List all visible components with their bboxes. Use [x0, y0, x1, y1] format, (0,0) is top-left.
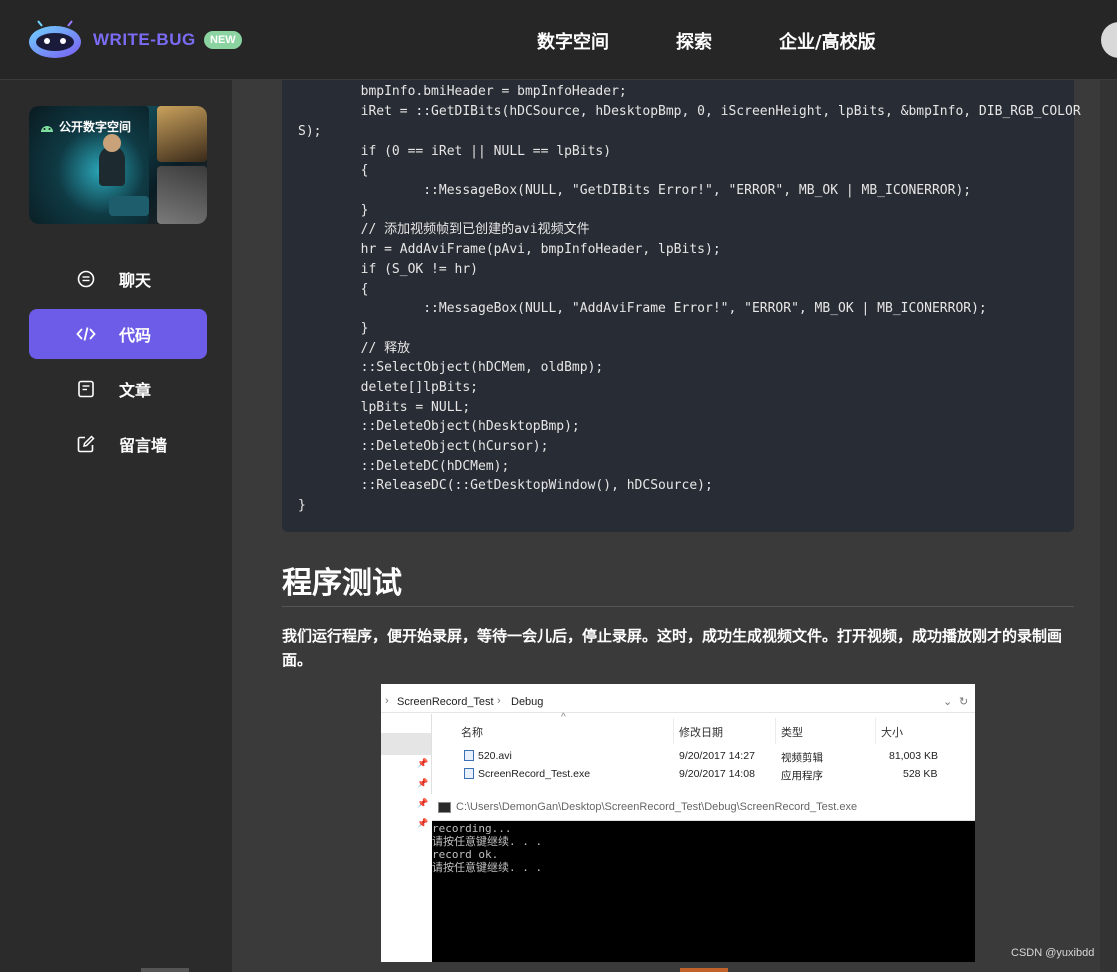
file-type: 应用程序	[781, 770, 823, 782]
code-line: {	[298, 282, 369, 297]
console-output: recording... 请按任意键继续. . . record ok. 请按任…	[432, 822, 543, 874]
code-line: ::DeleteObject(hDesktopBmp);	[298, 419, 580, 434]
article-screenshot: › ScreenRecord_Test › Debug ⌄ ↻ 📌 📌 📌 📌 …	[381, 684, 975, 962]
code-comment: // 释放	[298, 341, 411, 356]
code-line: delete[]lpBits;	[298, 380, 479, 395]
promo-label-text: 公开数字空间	[59, 120, 132, 134]
code-line: hr = AddAviFrame(pAvi, bmpInfoHeader, lp…	[298, 242, 721, 257]
main-content: bmpInfo.bmiHeader = bmpInfoHeader; iRet …	[256, 80, 1100, 972]
article-paragraph: 我们运行程序，便开始录屏，等待一会儿后，停止录屏。这时，成功生成视频文件。打开视…	[282, 627, 1063, 669]
code-line: iRet = ::GetDIBits(hDCSource, hDesktopBm…	[298, 104, 1081, 119]
column-header-size: 大小	[881, 727, 903, 739]
sidebar-item-chat[interactable]: 聊天	[29, 254, 207, 304]
scroll-indicator	[680, 968, 728, 972]
logo-icon[interactable]	[28, 20, 82, 60]
code-line: S);	[298, 124, 322, 139]
file-name: 520.avi	[478, 750, 512, 762]
chevron-right-icon: ›	[385, 695, 389, 707]
file-size: 528 KB	[903, 768, 938, 780]
nav-digital-space[interactable]: 数字空间	[537, 28, 609, 54]
code-line: bmpInfo.bmiHeader = bmpInfoHeader;	[298, 84, 627, 99]
nav-explore[interactable]: 探索	[676, 28, 712, 54]
code-comment: // 添加视频帧到已创建的avi视频文件	[298, 222, 590, 237]
breadcrumb-folder: ScreenRecord_Test	[397, 696, 494, 708]
pin-icon: 📌	[417, 798, 429, 808]
pin-icon: 📌	[417, 778, 429, 788]
sidebar-item-label: 文章	[119, 381, 152, 400]
content-gutter	[232, 80, 256, 972]
sidebar-item-article[interactable]: 文章	[29, 364, 207, 414]
sidebar-item-label: 代码	[119, 326, 152, 345]
file-size: 81,003 KB	[889, 750, 939, 762]
chevron-down-icon: ⌄	[943, 696, 953, 708]
sidebar-item-label: 聊天	[119, 271, 152, 290]
code-line: ::SelectObject(hDCMem, oldBmp);	[298, 360, 604, 375]
chat-icon	[77, 270, 95, 288]
edit-icon	[77, 435, 95, 453]
column-separator	[673, 718, 674, 744]
code-line: }	[298, 321, 369, 336]
console-title-bar: C:\Users\DemonGan\Desktop\ScreenRecord_T…	[432, 794, 975, 821]
navigation-pane: 📌 📌 📌 📌	[381, 714, 431, 962]
chevron-right-icon: ›	[497, 695, 501, 707]
refresh-icon: ↻	[959, 696, 969, 708]
file-date: 9/20/2017 14:08	[679, 768, 755, 780]
video-file-icon	[464, 750, 474, 761]
column-header-name: 名称	[461, 727, 483, 739]
file-name: ScreenRecord_Test.exe	[478, 768, 591, 780]
public-space-banner[interactable]: 公开数字空间	[29, 106, 207, 224]
sort-up-icon: ^	[561, 712, 566, 723]
scroll-indicator	[141, 968, 189, 972]
code-block: bmpInfo.bmiHeader = bmpInfoHeader; iRet …	[282, 80, 1081, 532]
page-scroll-area[interactable]	[1100, 80, 1117, 972]
code-line: {	[298, 163, 369, 178]
pin-icon: 📌	[417, 758, 429, 768]
console-icon	[438, 802, 451, 813]
user-avatar[interactable]	[1101, 22, 1117, 58]
code-line: ::DeleteObject(hCursor);	[298, 439, 549, 454]
article-icon	[78, 380, 94, 398]
code-line: if (S_OK != hr)	[298, 262, 479, 277]
csdn-watermark: CSDN @yuxibdd	[1011, 947, 1095, 959]
code-line: ::ReleaseDC(::GetDesktopWindow(), hDCSou…	[298, 478, 713, 493]
top-header: WRITE-BUG NEW 数字空间 探索 企业/高校版	[0, 0, 1117, 80]
file-type: 视频剪辑	[781, 752, 823, 764]
breadcrumb-folder: Debug	[511, 696, 544, 708]
code-line: }	[298, 203, 369, 218]
code-line: ::DeleteDC(hDCMem);	[298, 459, 510, 474]
console-window: C:\Users\DemonGan\Desktop\ScreenRecord_T…	[432, 794, 975, 962]
brand-name[interactable]: WRITE-BUG	[93, 30, 196, 50]
file-date: 9/20/2017 14:27	[679, 750, 755, 762]
sidebar-item-message-wall[interactable]: 留言墙	[29, 419, 207, 469]
promo-label: 公开数字空间	[39, 118, 131, 135]
console-title: C:\Users\DemonGan\Desktop\ScreenRecord_T…	[456, 801, 858, 813]
heading-divider	[282, 606, 1074, 607]
sidebar-item-code[interactable]: 代码	[29, 309, 207, 359]
column-separator	[875, 718, 876, 744]
code-line: ::MessageBox(NULL, "AddAviFrame Error!",…	[298, 301, 987, 316]
code-icon	[76, 327, 96, 341]
nav-pane-selection	[381, 733, 431, 755]
pin-icon: 📌	[417, 818, 429, 828]
pane-divider	[431, 714, 432, 794]
column-separator	[775, 718, 776, 744]
sidebar-item-label: 留言墙	[119, 436, 168, 455]
column-header-date: 修改日期	[679, 727, 723, 739]
code-line: lpBits = NULL;	[298, 400, 471, 415]
sidebar: 公开数字空间 聊天 代码 文章 留言墙	[0, 80, 232, 972]
column-header-type: 类型	[781, 727, 803, 739]
code-line: }	[298, 498, 306, 513]
android-icon	[41, 125, 53, 132]
exe-file-icon	[464, 768, 474, 779]
nav-enterprise[interactable]: 企业/高校版	[779, 28, 876, 54]
explorer-address-bar: › ScreenRecord_Test › Debug ⌄ ↻	[381, 694, 975, 713]
code-line: if (0 == iRet || NULL == lpBits)	[298, 144, 612, 159]
code-line: ::MessageBox(NULL, "GetDIBits Error!", "…	[298, 183, 972, 198]
section-heading: 程序测试	[282, 566, 402, 601]
new-badge: NEW	[204, 31, 242, 49]
